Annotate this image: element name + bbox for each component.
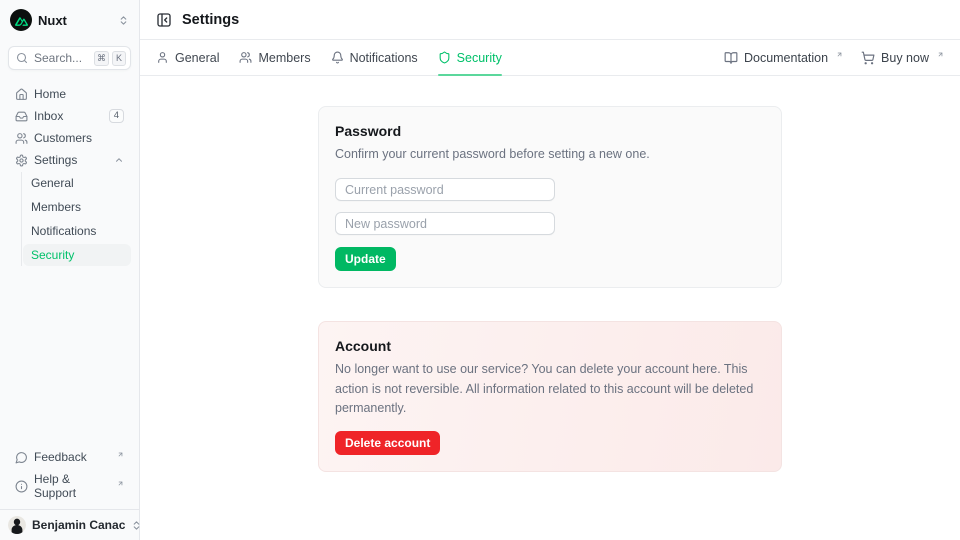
sidebar-item-label: Notifications: [31, 224, 96, 238]
app-window: Nuxt Search... ⌘ K Home: [0, 0, 960, 540]
sidebar-spacer: [0, 268, 139, 447]
external-link-icon: [117, 480, 124, 487]
avatar: [8, 516, 26, 534]
inbox-count-badge: 4: [109, 109, 124, 123]
sidebar-item-general[interactable]: General: [23, 172, 131, 194]
sidebar-item-home[interactable]: Home: [8, 84, 131, 104]
external-link-icon: [836, 51, 843, 58]
kbd-meta: ⌘: [94, 51, 109, 66]
tab-label: Members: [258, 51, 310, 65]
collapse-sidebar-icon[interactable]: [156, 12, 172, 28]
search-icon: [16, 52, 28, 64]
password-card-description: Confirm your current password before set…: [335, 145, 765, 164]
action-label: Documentation: [744, 51, 828, 65]
buy-now-link[interactable]: Buy now: [861, 51, 944, 65]
footer-link-label: Feedback: [34, 450, 109, 464]
page-content: Password Confirm your current password b…: [140, 76, 960, 540]
tab-general[interactable]: General: [156, 40, 219, 75]
team-switcher[interactable]: Nuxt: [8, 8, 131, 32]
tab-bar: General Members Notifications: [140, 40, 960, 76]
sidebar-item-label: Inbox: [34, 109, 103, 123]
sidebar-item-settings[interactable]: Settings: [8, 150, 131, 170]
inbox-icon: [15, 110, 28, 123]
team-name: Nuxt: [38, 13, 112, 28]
tab-label: Notifications: [350, 51, 418, 65]
sidebar-item-members[interactable]: Members: [23, 196, 131, 218]
tab-label: General: [175, 51, 219, 65]
shopping-cart-icon: [861, 51, 875, 65]
password-card: Password Confirm your current password b…: [318, 106, 782, 288]
search-shortcut: ⌘ K: [94, 51, 126, 66]
sidebar-item-notifications[interactable]: Notifications: [23, 220, 131, 242]
user-menu[interactable]: Benjamin Canac: [0, 510, 139, 540]
chevrons-up-down-icon: [118, 15, 129, 26]
help-support-link[interactable]: Help & Support: [8, 469, 131, 503]
search-placeholder: Search...: [34, 51, 88, 65]
sidebar-item-label: Settings: [34, 153, 108, 167]
current-password-field[interactable]: [335, 178, 555, 201]
sidebar-footer: Feedback Help & Support: [8, 447, 131, 505]
sidebar-nav: Home Inbox 4 Customers Settings: [8, 84, 131, 268]
message-bubble-icon: [15, 451, 28, 464]
password-card-title: Password: [335, 123, 765, 139]
action-label: Buy now: [881, 51, 929, 65]
book-icon: [724, 51, 738, 65]
search-input[interactable]: Search... ⌘ K: [8, 46, 131, 70]
sidebar-item-label: Home: [34, 87, 124, 101]
external-link-icon: [937, 51, 944, 58]
info-circle-icon: [15, 480, 28, 493]
account-card-description: No longer want to use our service? You c…: [335, 360, 765, 418]
tab-members[interactable]: Members: [239, 40, 310, 75]
settings-submenu: General Members Notifications Security: [21, 172, 131, 266]
tabs: General Members Notifications: [156, 40, 502, 75]
footer-link-label: Help & Support: [34, 472, 109, 500]
new-password-field[interactable]: [335, 212, 555, 235]
account-card: Account No longer want to use our servic…: [318, 321, 782, 471]
kbd-k: K: [112, 51, 126, 66]
tab-security[interactable]: Security: [438, 40, 502, 75]
header-actions: Documentation Buy now: [724, 51, 944, 65]
sidebar: Nuxt Search... ⌘ K Home: [0, 0, 140, 540]
tab-notifications[interactable]: Notifications: [331, 40, 418, 75]
chevron-up-icon: [114, 155, 124, 165]
user-name: Benjamin Canac: [32, 518, 125, 532]
sidebar-item-inbox[interactable]: Inbox 4: [8, 106, 131, 126]
user-icon: [156, 51, 169, 64]
feedback-link[interactable]: Feedback: [8, 447, 131, 467]
gear-icon: [15, 154, 28, 167]
update-password-button[interactable]: Update: [335, 247, 396, 271]
sidebar-item-label: Customers: [34, 131, 124, 145]
page-header: Settings: [140, 0, 960, 40]
tab-label: Security: [457, 51, 502, 65]
account-card-title: Account: [335, 338, 765, 354]
external-link-icon: [117, 451, 124, 458]
shield-icon: [438, 51, 451, 64]
sidebar-item-customers[interactable]: Customers: [8, 128, 131, 148]
users-icon: [15, 132, 28, 145]
delete-account-button[interactable]: Delete account: [335, 431, 440, 455]
nuxt-logo: [10, 9, 32, 31]
bell-icon: [331, 51, 344, 64]
sidebar-item-label: Security: [31, 248, 74, 262]
sidebar-item-label: Members: [31, 200, 81, 214]
sidebar-item-label: General: [31, 176, 74, 190]
page-title: Settings: [182, 12, 239, 28]
sidebar-item-security[interactable]: Security: [23, 244, 131, 266]
users-icon: [239, 51, 252, 64]
documentation-link[interactable]: Documentation: [724, 51, 843, 65]
main-panel: Settings General Members: [140, 0, 960, 540]
settings-column: Password Confirm your current password b…: [318, 106, 782, 472]
home-icon: [15, 88, 28, 101]
